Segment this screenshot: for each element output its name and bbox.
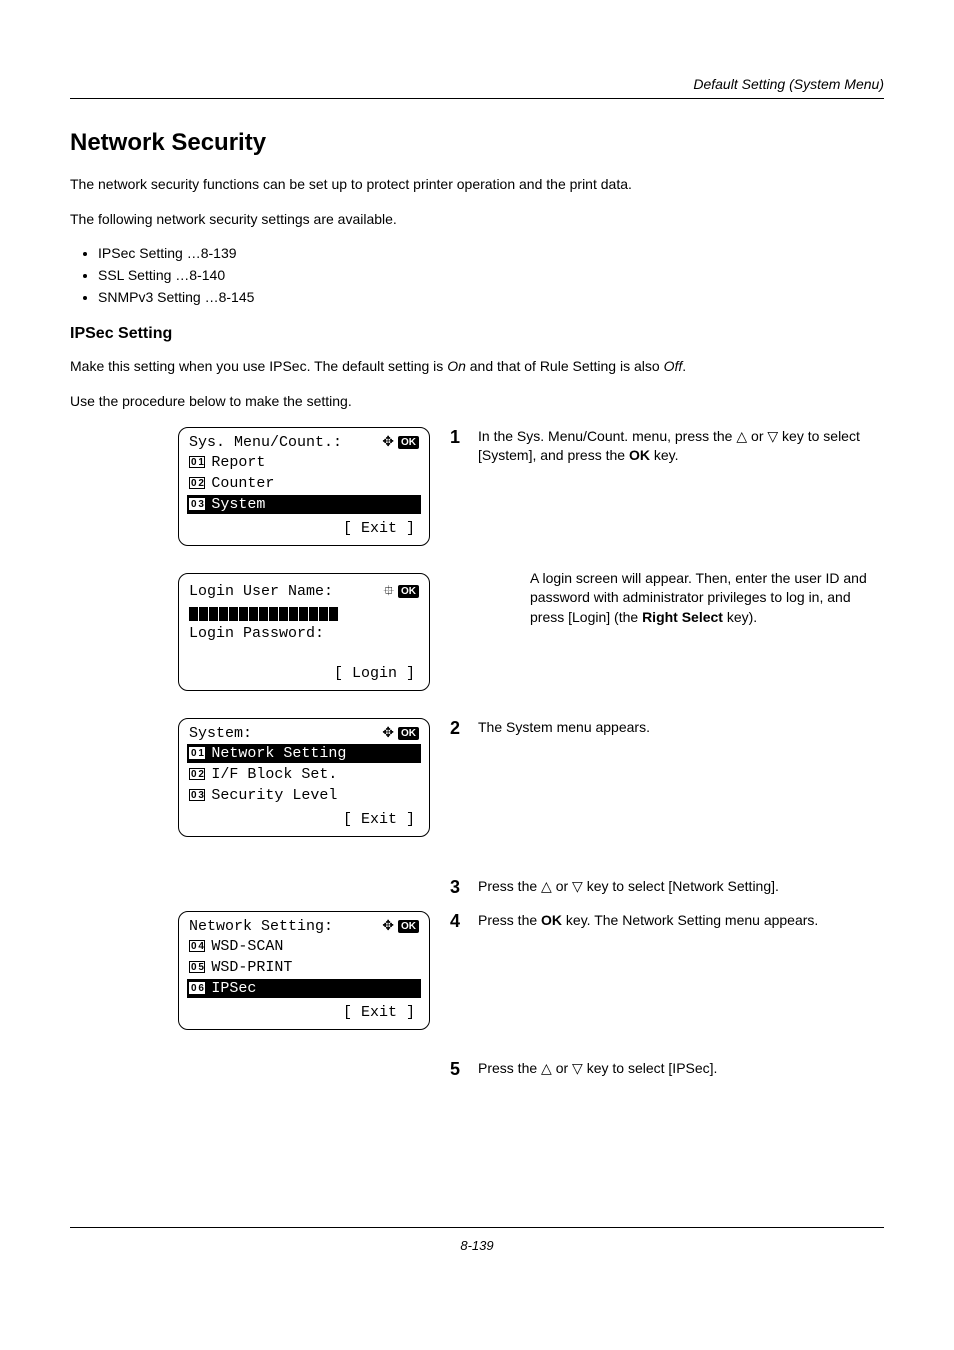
- step-3: 3 Press the △ or ▽ key to select [Networ…: [450, 877, 884, 898]
- step-4: 4 Press the OK key. The Network Setting …: [450, 911, 884, 932]
- menu-item: I/F Block Set.: [211, 766, 337, 783]
- divider: [70, 1227, 884, 1228]
- cursor-icon: ⯐: [384, 580, 395, 604]
- step-number: 4: [450, 911, 478, 932]
- softkey-exit: [ Exit ]: [187, 809, 421, 828]
- up-icon: △: [541, 1060, 552, 1076]
- page-title: Network Security: [70, 129, 884, 157]
- login-password-label: Login Password:: [187, 624, 421, 643]
- login-user-input: [187, 606, 421, 622]
- softkey-login: [ Login ]: [187, 663, 421, 682]
- item-number: 0 4: [189, 940, 205, 952]
- ok-icon: OK: [398, 920, 419, 933]
- nav-icon: ✥: [382, 918, 394, 935]
- menu-item-selected: System: [211, 496, 265, 513]
- ok-icon: OK: [398, 727, 419, 740]
- down-icon: ▽: [572, 878, 583, 894]
- menu-item: Report: [211, 454, 265, 471]
- intro-paragraph-2: The following network security settings …: [70, 210, 884, 229]
- step-number: 5: [450, 1059, 478, 1080]
- nav-icon: ✥: [382, 725, 394, 742]
- lcd-title: Network Setting:: [189, 918, 333, 935]
- lcd-screen-sys-menu: Sys. Menu/Count.: ✥ OK 0 1 Report 0 2 Coun…: [178, 427, 430, 546]
- lcd-title: Login User Name:: [189, 583, 333, 600]
- step-1: 1 In the Sys. Menu/Count. menu, press th…: [450, 427, 884, 466]
- item-number: 0 2: [189, 768, 205, 780]
- step-number: 3: [450, 877, 478, 898]
- list-item: IPSec Setting …8-139: [98, 245, 884, 261]
- divider: [70, 98, 884, 99]
- body-text: Use the procedure below to make the sett…: [70, 392, 884, 411]
- softkey-exit: [ Exit ]: [187, 1002, 421, 1021]
- lcd-screen-network-setting: Network Setting: ✥ OK 0 4 WSD-SCAN 0 5 WSD…: [178, 911, 430, 1030]
- lcd-title: Sys. Menu/Count.:: [189, 434, 342, 451]
- menu-item-selected: Network Setting: [211, 745, 346, 762]
- ok-icon: OK: [398, 585, 419, 598]
- item-number: 0 5: [189, 961, 205, 973]
- up-icon: △: [541, 878, 552, 894]
- softkey-exit: [ Exit ]: [187, 518, 421, 537]
- breadcrumb: Default Setting (System Menu): [70, 76, 884, 92]
- item-number: 0 1: [189, 747, 205, 759]
- toc-list: IPSec Setting …8-139 SSL Setting …8-140 …: [70, 245, 884, 305]
- menu-item: WSD-PRINT: [211, 959, 292, 976]
- item-number: 0 2: [189, 477, 205, 489]
- nav-icon: ✥: [382, 434, 394, 451]
- menu-item: WSD-SCAN: [211, 938, 283, 955]
- body-text: Make this setting when you use IPSec. Th…: [70, 357, 884, 376]
- down-icon: ▽: [767, 428, 778, 444]
- section-heading: IPSec Setting: [70, 325, 884, 343]
- menu-item: Counter: [211, 475, 274, 492]
- lcd-title: System:: [189, 725, 252, 742]
- page-number: 8-139: [70, 1238, 884, 1253]
- step-1-login-note: A login screen will appear. Then, enter …: [530, 569, 884, 628]
- list-item: SNMPv3 Setting …8-145: [98, 289, 884, 305]
- list-item: SSL Setting …8-140: [98, 267, 884, 283]
- item-number: 0 1: [189, 456, 205, 468]
- ok-icon: OK: [398, 436, 419, 449]
- step-number: 2: [450, 718, 478, 739]
- intro-paragraph-1: The network security functions can be se…: [70, 175, 884, 194]
- item-number: 0 3: [189, 498, 205, 510]
- lcd-screen-login: Login User Name: ⯐ OK Login Password: [ …: [178, 573, 430, 691]
- down-icon: ▽: [572, 1060, 583, 1076]
- step-number: 1: [450, 427, 478, 466]
- lcd-screen-system: System: ✥ OK 0 1 Network Setting 0 2 I/F B…: [178, 718, 430, 837]
- menu-item-selected: IPSec: [211, 980, 256, 997]
- item-number: 0 3: [189, 789, 205, 801]
- step-2: 2 The System menu appears.: [450, 718, 884, 739]
- up-icon: △: [736, 428, 747, 444]
- menu-item: Security Level: [211, 787, 337, 804]
- item-number: 0 6: [189, 982, 205, 994]
- step-5: 5 Press the △ or ▽ key to select [IPSec]…: [450, 1059, 884, 1080]
